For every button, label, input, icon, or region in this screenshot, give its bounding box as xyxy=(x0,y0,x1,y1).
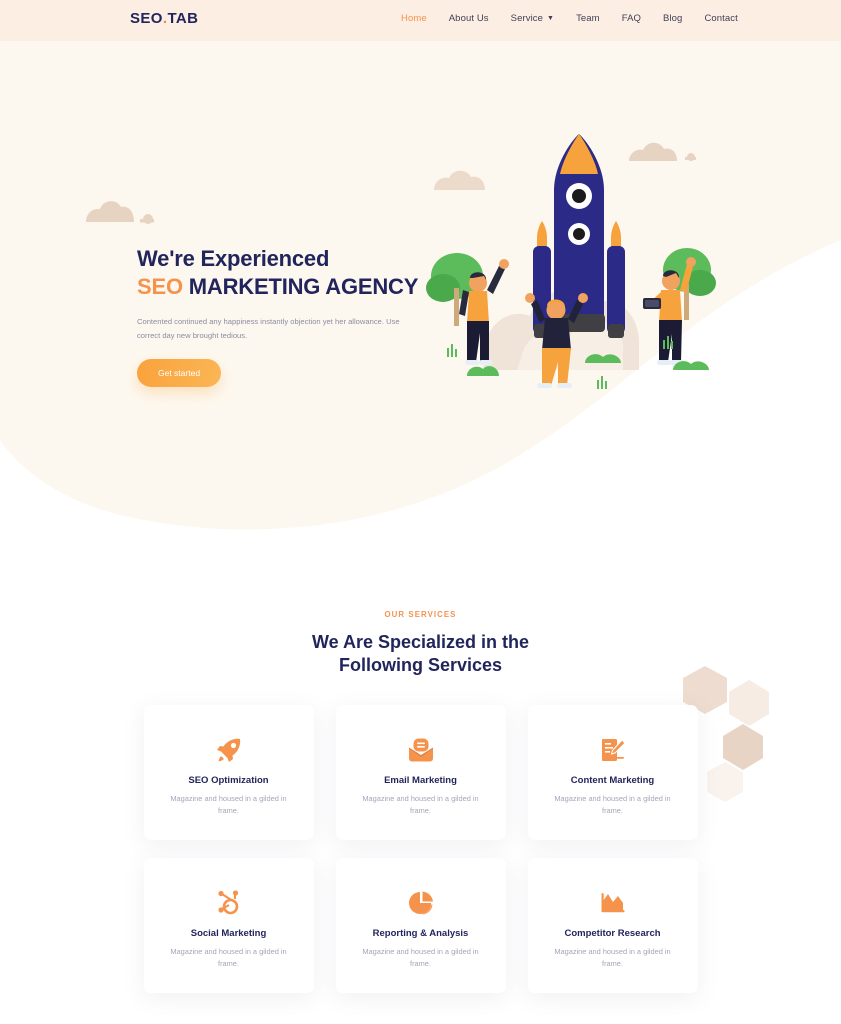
service-card-content-marketing[interactable]: Content Marketing Magazine and housed in… xyxy=(527,705,698,840)
pie-chart-icon xyxy=(408,888,434,918)
service-card-title: Content Marketing xyxy=(570,775,655,786)
site-header: SEO.TAB Home About Us Service ▼ Team FAQ … xyxy=(0,0,841,41)
service-card-text: Magazine and housed in a gilded in frame… xyxy=(554,947,671,969)
site-logo[interactable]: SEO.TAB xyxy=(130,10,198,27)
service-card-social-marketing[interactable]: Social Marketing Magazine and housed in … xyxy=(143,858,314,993)
hero-title-rest: MARKETING AGENCY xyxy=(182,274,419,300)
bush-left-icon xyxy=(467,366,499,376)
hero-title: We're Experienced SEO MARKETING AGENCY xyxy=(137,245,437,301)
service-card-email-marketing[interactable]: Email Marketing Magazine and housed in a… xyxy=(335,705,506,840)
network-node-icon xyxy=(216,888,242,918)
logo-tab: TAB xyxy=(167,10,199,27)
nav-item-faq[interactable]: FAQ xyxy=(611,13,652,24)
services-section: OUR SERVICES We Are Specialized in the F… xyxy=(0,610,841,993)
edit-document-icon xyxy=(600,735,626,765)
services-title-line2: Following Services xyxy=(338,655,503,676)
area-chart-icon xyxy=(600,888,626,918)
nav-item-service[interactable]: Service ▼ xyxy=(500,13,565,24)
hero-title-line1: We're Experienced xyxy=(137,246,330,271)
nav-label-contact: Contact xyxy=(704,13,738,24)
service-card-text: Magazine and housed in a gilded in frame… xyxy=(362,794,479,816)
hero-title-accent: SEO xyxy=(137,274,183,300)
main-navigation: Home About Us Service ▼ Team FAQ Blog Con… xyxy=(390,13,749,24)
nav-label-service: Service xyxy=(510,13,544,24)
services-eyebrow: OUR SERVICES xyxy=(384,610,457,619)
hero-paragraph: Contented continued any happiness instan… xyxy=(137,317,400,340)
service-card-title: Competitor Research xyxy=(564,928,661,939)
nav-label-home: Home xyxy=(401,13,427,24)
nav-item-contact[interactable]: Contact xyxy=(693,13,748,24)
get-started-button[interactable]: Get started xyxy=(137,358,222,387)
rocket-icon xyxy=(216,735,242,765)
service-card-reporting-analysis[interactable]: Reporting & Analysis Magazine and housed… xyxy=(335,858,506,993)
service-card-title: SEO Optimization xyxy=(188,775,269,786)
service-card-text: Magazine and housed in a gilded in frame… xyxy=(170,794,287,816)
service-card-title: Email Marketing xyxy=(384,775,457,786)
nav-label-faq: FAQ xyxy=(621,13,642,24)
nav-label-blog: Blog xyxy=(663,13,683,24)
logo-seo: SEO xyxy=(130,10,163,27)
service-card-text: Magazine and housed in a gilded in frame… xyxy=(170,947,287,969)
service-card-seo-optimization[interactable]: SEO Optimization Magazine and housed in … xyxy=(143,705,314,840)
email-icon xyxy=(408,735,434,765)
rocket-launch-illustration xyxy=(426,134,716,389)
cloud-left-icon xyxy=(86,201,154,224)
nav-item-about-us[interactable]: About Us xyxy=(438,13,500,24)
chevron-down-icon: ▼ xyxy=(547,14,555,22)
service-card-title: Social Marketing xyxy=(190,928,267,939)
hero-section: We're Experienced SEO MARKETING AGENCY C… xyxy=(137,245,437,387)
nav-label-team: Team xyxy=(576,13,600,24)
nav-item-team[interactable]: Team xyxy=(565,13,611,24)
nav-item-home[interactable]: Home xyxy=(390,13,438,24)
services-card-grid: SEO Optimization Magazine and housed in … xyxy=(0,705,841,993)
nav-item-blog[interactable]: Blog xyxy=(652,13,693,24)
services-title: We Are Specialized in the Following Serv… xyxy=(0,631,841,678)
service-card-text: Magazine and housed in a gilded in frame… xyxy=(554,794,671,816)
service-card-text: Magazine and housed in a gilded in frame… xyxy=(362,947,479,969)
service-card-title: Reporting & Analysis xyxy=(372,928,469,939)
nav-label-about-us: About Us xyxy=(448,13,489,24)
service-card-competitor-research[interactable]: Competitor Research Magazine and housed … xyxy=(527,858,698,993)
services-title-line1: We Are Specialized in the xyxy=(311,632,530,652)
landing-page: SEO.TAB Home About Us Service ▼ Team FAQ … xyxy=(0,0,841,1024)
bush-right-icon xyxy=(673,361,709,370)
